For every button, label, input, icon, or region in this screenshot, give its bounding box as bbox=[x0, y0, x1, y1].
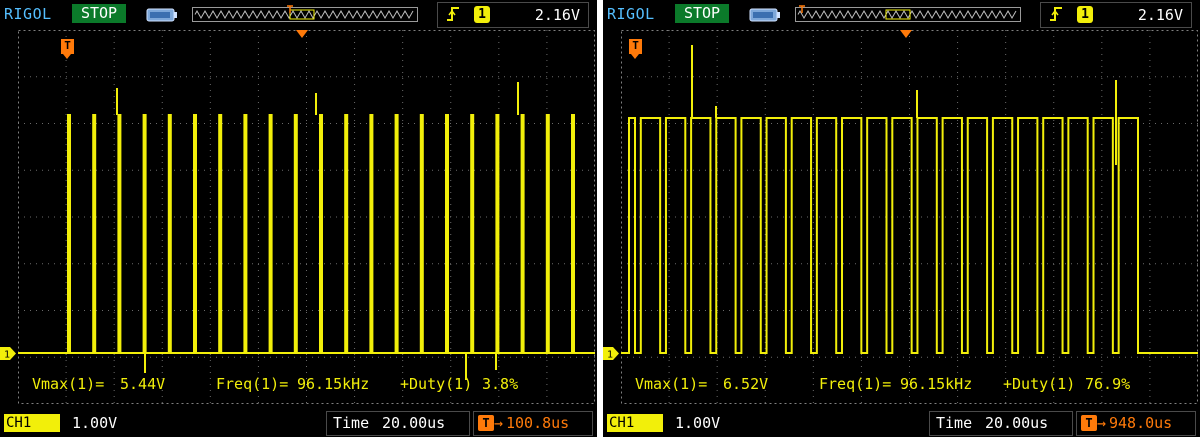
duty-value: 76.9% bbox=[1085, 375, 1131, 393]
freq-label: Freq(1)= bbox=[216, 375, 289, 393]
battery-icon bbox=[146, 8, 177, 22]
timebase-box[interactable]: Time 20.00us bbox=[326, 411, 470, 436]
bottom-status-bar: CH1 1.00V Time 20.00us T → 100.8us bbox=[0, 408, 597, 437]
ch1-ground-marker-icon[interactable]: 1 bbox=[0, 347, 16, 360]
rising-edge-icon bbox=[1050, 7, 1062, 21]
ch1-vertical-scale: 1.00V bbox=[72, 414, 118, 432]
ch1-vertical-scale: 1.00V bbox=[675, 414, 721, 432]
duty-label: +Duty(1) bbox=[1003, 375, 1076, 393]
trigger-channel-badge: 1 bbox=[1077, 6, 1093, 23]
waveform-display bbox=[18, 30, 595, 404]
memory-timeline-icon[interactable] bbox=[795, 5, 1021, 24]
oscilloscope-screen-left: RIGOL STOP 1 2.16V T 1 Vmax(1)= 5.44V Fr… bbox=[0, 0, 597, 437]
oscilloscope-screen-right: RIGOL STOP 1 2.16V T 1 Vmax(1)= 6.52V Fr… bbox=[603, 0, 1200, 437]
trigger-info-box[interactable]: 1 2.16V bbox=[437, 2, 589, 28]
run-stop-status[interactable]: STOP bbox=[72, 4, 126, 23]
trace-path bbox=[621, 117, 1198, 354]
timeline-waveform bbox=[797, 9, 1017, 20]
arrow-right-icon: → bbox=[1097, 414, 1107, 432]
vmax-value: 6.52V bbox=[723, 375, 769, 393]
brand-logo: RIGOL bbox=[4, 5, 52, 23]
ch1-waveform-trace bbox=[18, 82, 595, 380]
brand-logo: RIGOL bbox=[607, 5, 655, 23]
trigger-position-marker[interactable]: T bbox=[629, 39, 642, 59]
horizontal-trigger-arrow-icon[interactable] bbox=[900, 30, 912, 38]
timebase-label: Time bbox=[333, 414, 370, 432]
freq-label: Freq(1)= bbox=[819, 375, 892, 393]
trigger-level: 2.16V bbox=[1137, 6, 1183, 24]
timeline-waveform bbox=[194, 9, 414, 20]
trigger-position-marker[interactable]: T bbox=[61, 39, 74, 59]
trigger-offset-box[interactable]: T → 948.0us bbox=[1076, 411, 1196, 436]
waveform-display bbox=[621, 30, 1198, 404]
top-status-bar: RIGOL STOP 1 2.16V bbox=[603, 0, 1200, 30]
svg-text:1: 1 bbox=[4, 350, 10, 361]
trigger-offset-box[interactable]: T → 100.8us bbox=[473, 411, 593, 436]
trigger-t-icon: T bbox=[478, 415, 494, 431]
bottom-status-bar: CH1 1.00V Time 20.00us T → 948.0us bbox=[603, 408, 1200, 437]
timebase-value: 20.00us bbox=[985, 414, 1049, 432]
battery-icon bbox=[749, 8, 780, 22]
ch1-waveform-trace bbox=[621, 45, 1198, 354]
timebase-box[interactable]: Time 20.00us bbox=[929, 411, 1073, 436]
horizontal-trigger-arrow-icon[interactable] bbox=[296, 30, 308, 38]
vmax-label: Vmax(1)= bbox=[32, 375, 105, 393]
ch1-badge[interactable]: CH1 bbox=[4, 414, 60, 432]
ch1-ground-marker-icon[interactable]: 1 bbox=[603, 347, 619, 360]
trace-path bbox=[18, 114, 595, 354]
trigger-t-icon: T bbox=[1081, 415, 1097, 431]
trigger-offset-value: 948.0us bbox=[1109, 414, 1173, 432]
duty-value: 3.8% bbox=[482, 375, 519, 393]
arrow-right-icon: → bbox=[494, 414, 504, 432]
freq-value: 96.15kHz bbox=[297, 375, 370, 393]
trigger-level: 2.16V bbox=[534, 6, 580, 24]
rising-edge-icon bbox=[447, 7, 459, 21]
top-status-bar: RIGOL STOP 1 2.16V bbox=[0, 0, 597, 30]
timebase-label: Time bbox=[936, 414, 973, 432]
vmax-label: Vmax(1)= bbox=[635, 375, 708, 393]
svg-text:1: 1 bbox=[607, 350, 613, 361]
duty-label: +Duty(1) bbox=[400, 375, 473, 393]
ch1-badge[interactable]: CH1 bbox=[607, 414, 663, 432]
vmax-value: 5.44V bbox=[120, 375, 166, 393]
trigger-info-box[interactable]: 1 2.16V bbox=[1040, 2, 1192, 28]
trigger-channel-badge: 1 bbox=[474, 6, 490, 23]
trigger-offset-value: 100.8us bbox=[506, 414, 570, 432]
run-stop-status[interactable]: STOP bbox=[675, 4, 729, 23]
timebase-value: 20.00us bbox=[382, 414, 446, 432]
freq-value: 96.15kHz bbox=[900, 375, 973, 393]
memory-timeline-icon[interactable] bbox=[192, 5, 418, 24]
